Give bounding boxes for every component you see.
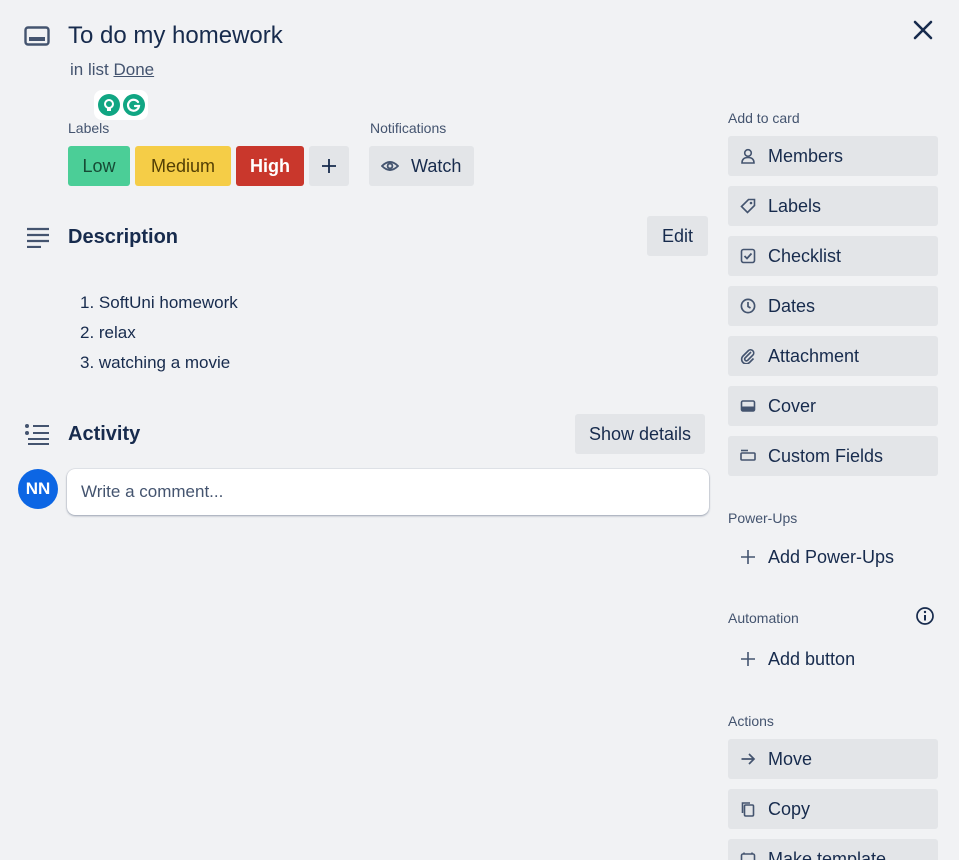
label-medium[interactable]: Medium [135, 146, 231, 186]
activity-icon [25, 424, 49, 445]
checkbox-icon [740, 248, 756, 264]
labels-label: Labels [768, 195, 822, 216]
dates-button[interactable]: Dates [728, 286, 938, 326]
notifications-heading: Notifications [370, 120, 447, 136]
description-icon [27, 227, 49, 248]
grammarly-icon[interactable] [122, 94, 145, 116]
make-template-label: Make template [768, 848, 887, 860]
checklist-label: Checklist [768, 245, 842, 266]
in-list-prefix: in list [70, 60, 109, 79]
extension-badges [94, 90, 148, 120]
labels-heading: Labels [68, 120, 110, 136]
plus-icon [741, 652, 755, 666]
card-title[interactable]: To do my homework [68, 20, 283, 52]
info-icon[interactable] [915, 606, 935, 626]
watch-label: Watch [411, 155, 462, 176]
list-item: 2. relax [80, 323, 136, 342]
make-template-button[interactable]: Make template [728, 839, 938, 860]
automation-heading: Automation [728, 610, 799, 626]
members-button[interactable]: Members [728, 136, 938, 176]
close-icon[interactable] [909, 16, 937, 44]
copy-icon [741, 802, 755, 817]
list-item: 1. SoftUni homework [80, 293, 238, 312]
paperclip-icon [740, 349, 755, 364]
arrow-right-icon [741, 753, 756, 765]
fields-icon [740, 449, 756, 461]
add-label-button[interactable] [309, 146, 349, 186]
add-to-card-heading: Add to card [728, 110, 800, 126]
labels-button[interactable]: Labels [728, 186, 938, 226]
avatar[interactable]: NN [18, 469, 58, 509]
watch-button[interactable]: Watch [369, 146, 474, 186]
description-title: Description [68, 226, 179, 248]
members-label: Members [768, 145, 844, 166]
label-low[interactable]: Low [68, 146, 130, 186]
attachment-label: Attachment [768, 345, 860, 366]
template-icon [740, 852, 756, 860]
comment-input[interactable] [67, 469, 709, 515]
custom-fields-label: Custom Fields [768, 445, 884, 466]
person-icon [741, 148, 755, 164]
move-button[interactable]: Move [728, 739, 938, 779]
activity-title: Activity [68, 423, 141, 445]
dates-label: Dates [768, 295, 816, 316]
eye-icon [381, 161, 399, 171]
custom-fields-button[interactable]: Custom Fields [728, 436, 938, 476]
attachment-button[interactable]: Attachment [728, 336, 938, 376]
list-location: in list Done [70, 60, 154, 80]
power-ups-heading: Power-Ups [728, 510, 798, 526]
add-power-ups-button[interactable]: Add Power-Ups [728, 537, 938, 577]
show-details-button[interactable]: Show details [575, 414, 705, 454]
tag-icon [740, 198, 756, 214]
add-button-label: Add button [768, 648, 856, 669]
actions-heading: Actions [728, 713, 774, 729]
plus-icon [741, 550, 755, 564]
add-button-button[interactable]: Add button [728, 639, 938, 679]
clock-icon [740, 298, 756, 314]
copy-label: Copy [768, 798, 811, 819]
plus-icon [322, 159, 336, 173]
description-list[interactable]: 1. SoftUni homework 2. relax 3. watching… [80, 288, 238, 378]
add-power-ups-label: Add Power-Ups [768, 546, 895, 567]
cover-label: Cover [768, 395, 817, 416]
lightbulb-icon[interactable] [97, 94, 120, 116]
move-label: Move [768, 748, 813, 769]
card-icon [24, 26, 50, 46]
card-cover-icon [740, 400, 756, 412]
label-high[interactable]: High [236, 146, 304, 186]
edit-description-button[interactable]: Edit [647, 216, 708, 256]
list-item: 3. watching a movie [80, 353, 231, 372]
cover-button[interactable]: Cover [728, 386, 938, 426]
list-name-link[interactable]: Done [113, 60, 154, 79]
copy-button[interactable]: Copy [728, 789, 938, 829]
checklist-button[interactable]: Checklist [728, 236, 938, 276]
